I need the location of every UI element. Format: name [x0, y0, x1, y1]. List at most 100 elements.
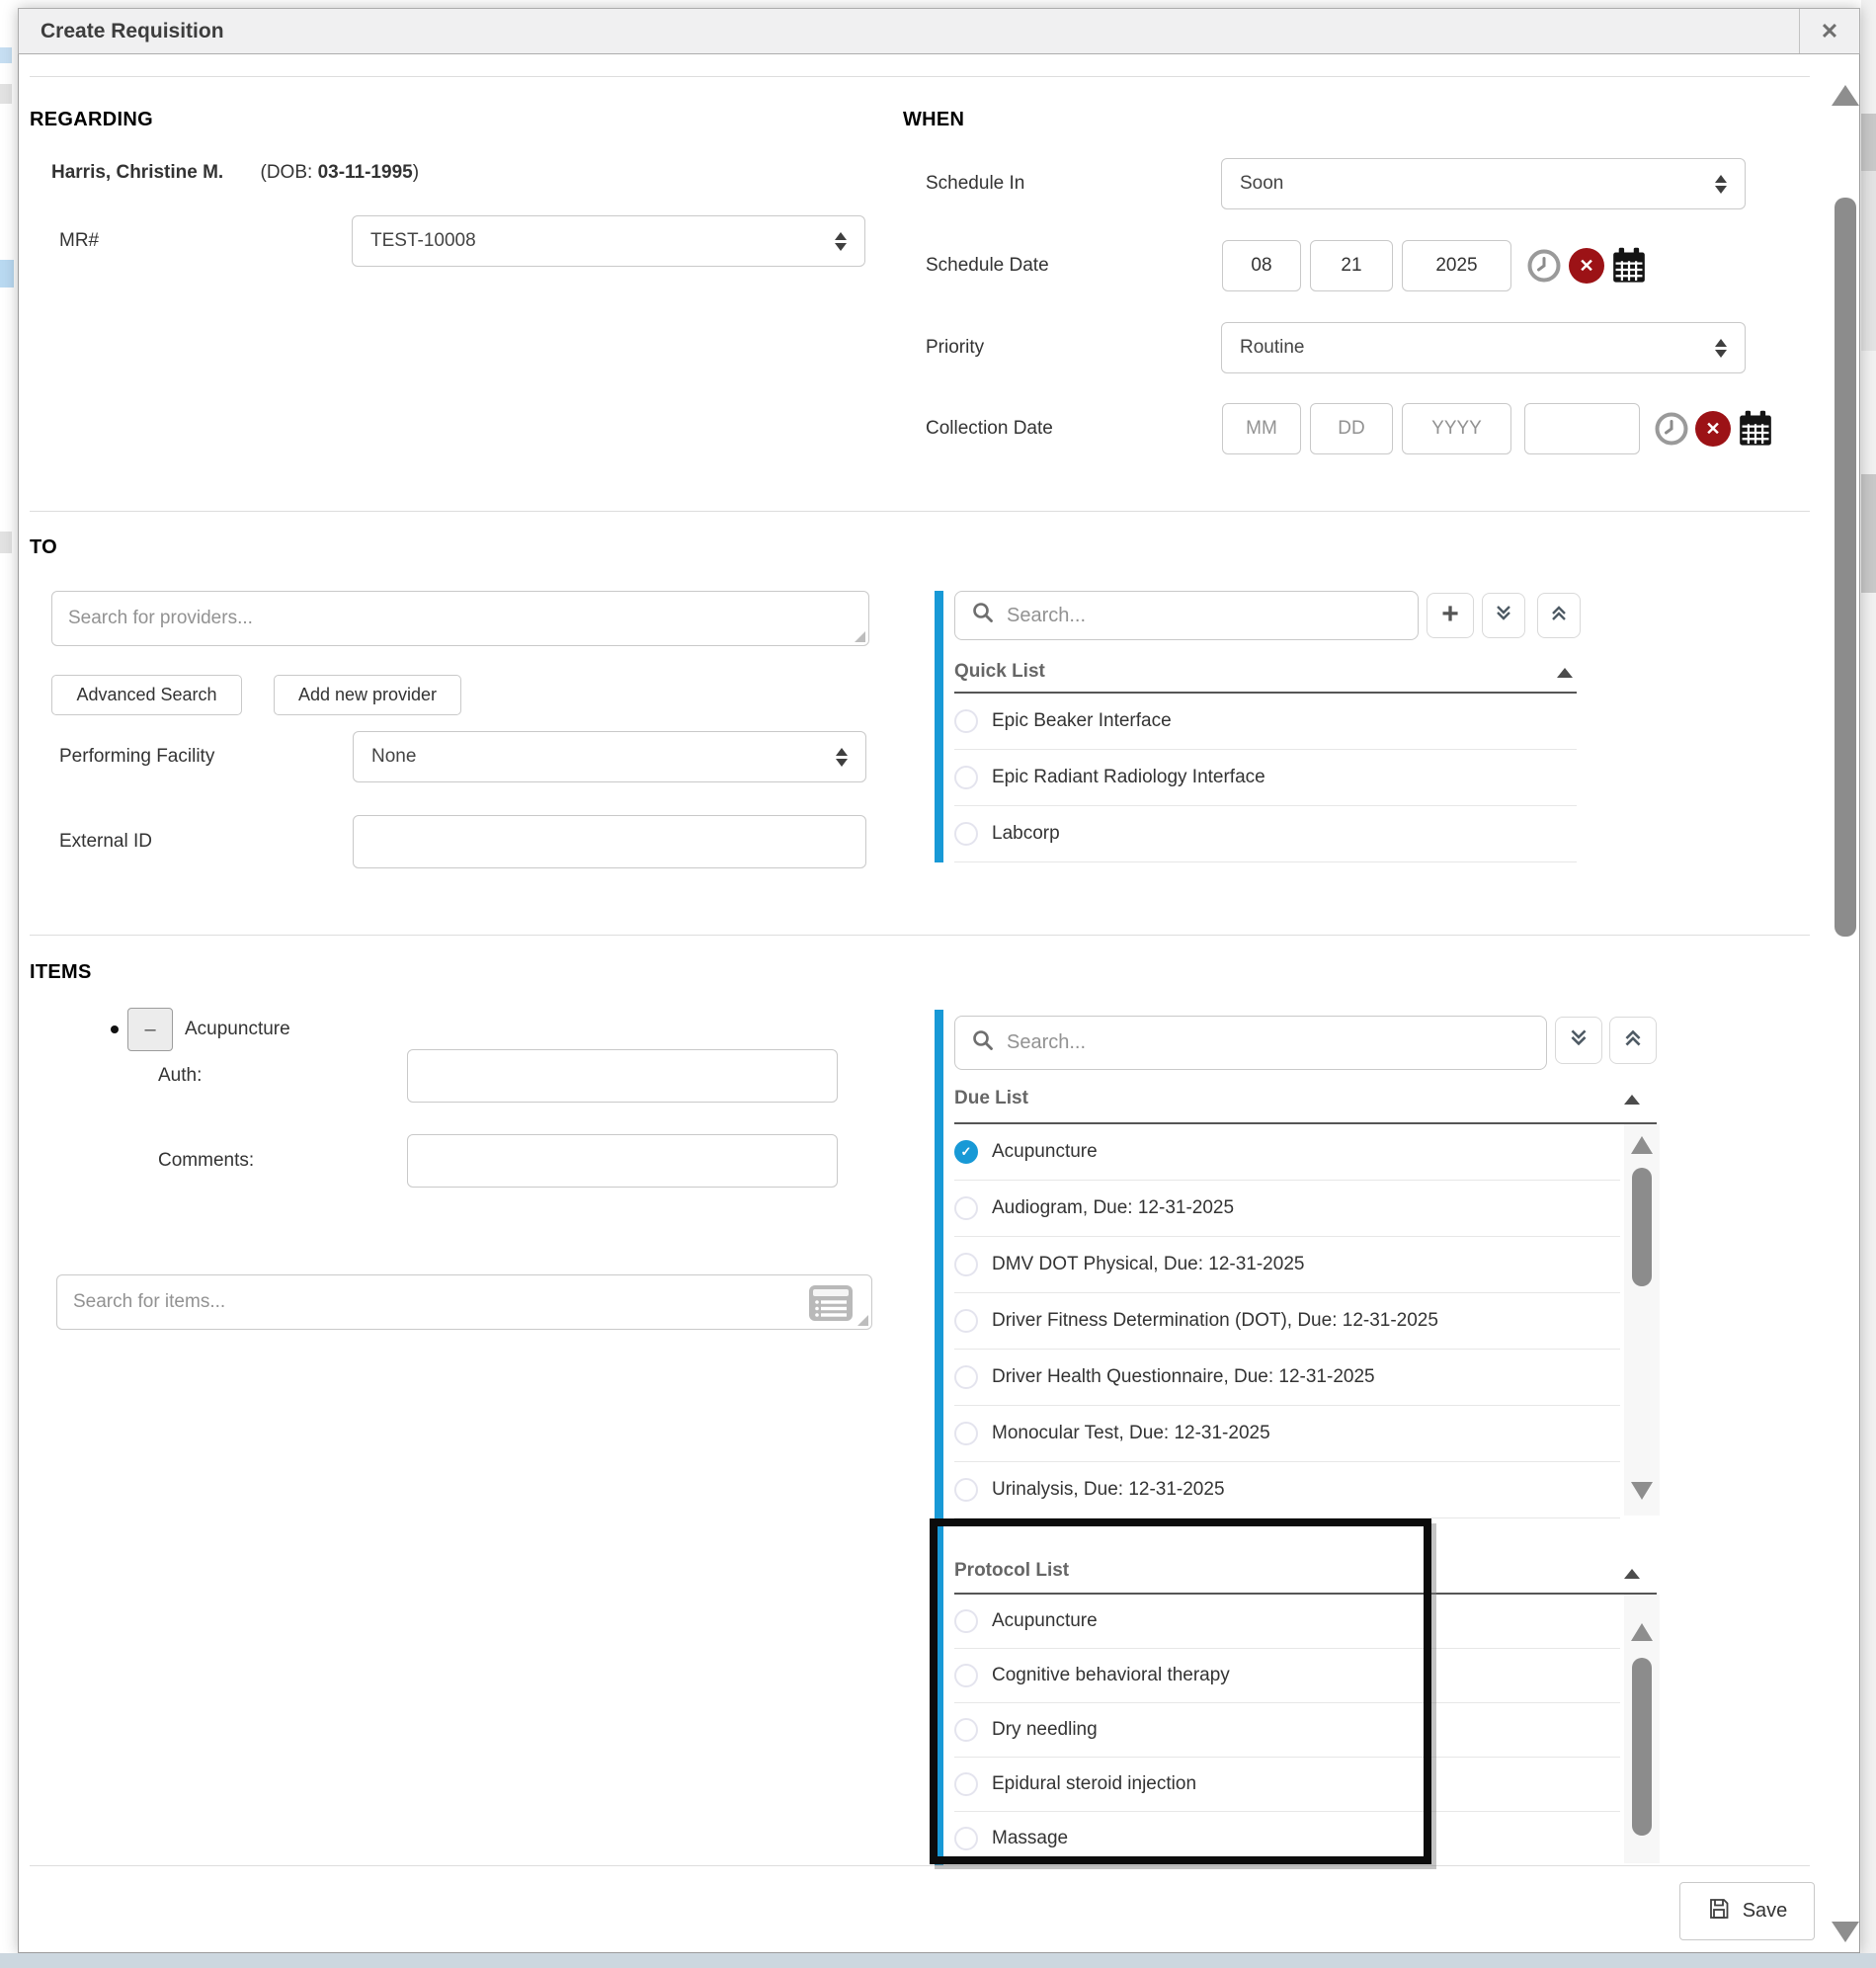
quick-list-search-input[interactable]: Search... — [954, 591, 1419, 640]
quick-list-collapse-all-button[interactable] — [1482, 593, 1525, 638]
collection-day-input[interactable]: DD — [1310, 403, 1393, 454]
schedule-date-year-input[interactable]: 2025 — [1402, 240, 1511, 291]
patient-line: Harris, Christine M. (DOB: 03-11-1995) — [51, 162, 419, 184]
due-list-search-input[interactable]: Search... — [954, 1016, 1547, 1070]
auth-input[interactable] — [407, 1049, 838, 1103]
schedule-date-label: Schedule Date — [926, 240, 1049, 291]
radio-circle-icon[interactable]: ✓ — [954, 1422, 978, 1445]
schedule-in-value: Soon — [1240, 173, 1283, 195]
select-arrows-icon — [835, 232, 847, 251]
comments-label: Comments: — [158, 1134, 254, 1188]
due-list-item[interactable]: ✓ Driver Fitness Determination (DOT), Du… — [954, 1293, 1620, 1350]
radio-circle-icon[interactable]: ✓ — [954, 1140, 978, 1164]
quick-list-item[interactable]: ✓ Epic Radiant Radiology Interface — [954, 750, 1577, 806]
due-list-item[interactable]: ✓ Urinalysis, Due: 12-31-2025 — [954, 1462, 1620, 1518]
dialog-scrollbar-thumb[interactable] — [1835, 198, 1856, 937]
add-provider-to-list-button[interactable]: + — [1427, 593, 1474, 638]
quick-list-expand-all-button[interactable] — [1537, 593, 1581, 638]
quick-list: ✓ Epic Beaker Interface ✓ Epic Radiant R… — [954, 694, 1577, 862]
when-heading: WHEN — [903, 109, 964, 131]
radio-circle-icon[interactable]: ✓ — [954, 1309, 978, 1333]
remove-item-button[interactable]: – — [127, 1008, 173, 1051]
collection-time-clock-icon[interactable] — [1654, 411, 1689, 447]
protocol-list-highlight-rectangle — [930, 1518, 1431, 1864]
search-icon — [971, 601, 995, 630]
collection-month-input[interactable]: MM — [1222, 403, 1301, 454]
comments-input[interactable] — [407, 1134, 838, 1188]
due-list-scroll-down-icon[interactable] — [1631, 1482, 1653, 1500]
radio-circle-icon[interactable]: ✓ — [954, 1253, 978, 1276]
due-list-item[interactable]: ✓ DMV DOT Physical, Due: 12-31-2025 — [954, 1237, 1620, 1293]
collection-time-input[interactable] — [1524, 403, 1640, 454]
due-list-scrollbar-thumb[interactable] — [1632, 1168, 1652, 1286]
background-fragment — [1861, 171, 1876, 351]
background-bottom-strip — [0, 1953, 1876, 1968]
add-new-provider-button[interactable]: Add new provider — [274, 675, 461, 715]
divider — [30, 935, 1810, 936]
advanced-search-button[interactable]: Advanced Search — [51, 675, 242, 715]
background-fragment — [0, 84, 12, 104]
due-list-item-label: DMV DOT Physical, Due: 12-31-2025 — [992, 1254, 1304, 1275]
patient-name: Harris, Christine M. — [51, 162, 223, 183]
collection-year-input[interactable]: YYYY — [1402, 403, 1511, 454]
radio-circle-icon[interactable]: ✓ — [954, 1365, 978, 1389]
performing-facility-select[interactable]: None — [353, 731, 866, 782]
dialog-scroll-up-icon[interactable] — [1832, 85, 1859, 106]
background-fragment — [1861, 474, 1876, 593]
protocol-list-scroll-up-icon[interactable] — [1631, 1623, 1653, 1641]
item-search-input[interactable]: Search for items... — [56, 1274, 872, 1330]
protocol-list-collapse-icon[interactable] — [1624, 1569, 1640, 1579]
mr-select[interactable]: TEST-10008 — [352, 215, 865, 267]
priority-select[interactable]: Routine — [1221, 322, 1746, 373]
due-list-item[interactable]: ✓ Driver Health Questionnaire, Due: 12-3… — [954, 1350, 1620, 1406]
schedule-date-day-input[interactable]: 21 — [1310, 240, 1393, 291]
item-list-icon[interactable] — [808, 1284, 854, 1328]
due-list-item-label: Audiogram, Due: 12-31-2025 — [992, 1197, 1234, 1219]
quick-list-search-placeholder: Search... — [1007, 605, 1086, 627]
quick-list-item-label: Epic Radiant Radiology Interface — [992, 767, 1265, 788]
schedule-in-select[interactable]: Soon — [1221, 158, 1746, 209]
radio-circle-icon[interactable]: ✓ — [954, 1196, 978, 1220]
close-button[interactable]: ✕ — [1799, 9, 1859, 53]
save-button[interactable]: Save — [1679, 1882, 1815, 1940]
external-id-input[interactable] — [353, 815, 866, 868]
radio-circle-icon[interactable]: ✓ — [954, 1478, 978, 1502]
dialog-scroll-down-icon[interactable] — [1832, 1922, 1859, 1942]
due-list-item[interactable]: ✓ Audiogram, Due: 12-31-2025 — [954, 1181, 1620, 1237]
divider — [30, 511, 1810, 512]
schedule-date-calendar-icon[interactable] — [1610, 246, 1648, 286]
radio-circle-icon[interactable]: ✓ — [954, 766, 978, 789]
due-list-item[interactable]: ✓ Acupuncture — [954, 1124, 1620, 1181]
radio-circle-icon[interactable]: ✓ — [954, 709, 978, 733]
item-lists-collapse-all-button[interactable] — [1555, 1017, 1602, 1064]
collection-date-calendar-icon[interactable] — [1737, 409, 1774, 449]
quick-list-item[interactable]: ✓ Labcorp — [954, 806, 1577, 862]
due-list: ✓ Acupuncture ✓ Audiogram, Due: 12-31-20… — [954, 1124, 1620, 1518]
performing-facility-label: Performing Facility — [59, 731, 214, 782]
due-list-scroll-up-icon[interactable] — [1631, 1136, 1653, 1154]
due-list-item-label: Acupuncture — [992, 1141, 1098, 1163]
background-fragment — [0, 260, 14, 287]
collection-date-clear-icon[interactable]: ✕ — [1695, 411, 1731, 447]
resize-handle[interactable] — [855, 631, 865, 642]
protocol-list-scrollbar-thumb[interactable] — [1632, 1658, 1652, 1836]
due-list-title: Due List — [954, 1081, 1028, 1116]
close-icon: ✕ — [1821, 19, 1838, 44]
provider-search-input[interactable]: Search for providers... — [51, 591, 869, 646]
due-list-item[interactable]: ✓ Monocular Test, Due: 12-31-2025 — [954, 1406, 1620, 1462]
radio-circle-icon[interactable]: ✓ — [954, 822, 978, 846]
due-list-collapse-icon[interactable] — [1624, 1095, 1640, 1105]
performing-facility-value: None — [371, 746, 416, 768]
quick-list-item[interactable]: ✓ Epic Beaker Interface — [954, 694, 1577, 750]
resize-handle[interactable] — [857, 1315, 868, 1326]
schedule-time-clock-icon[interactable] — [1526, 248, 1562, 284]
schedule-date-month-input[interactable]: 08 — [1222, 240, 1301, 291]
select-arrows-icon — [1715, 339, 1727, 358]
schedule-date-clear-icon[interactable]: ✕ — [1569, 248, 1604, 284]
item-lists-expand-all-button[interactable] — [1609, 1017, 1657, 1064]
quick-list-collapse-icon[interactable] — [1557, 668, 1573, 678]
quick-list-title: Quick List — [954, 654, 1045, 690]
double-chevron-up-icon — [1621, 1026, 1645, 1055]
plus-icon: + — [1441, 598, 1459, 631]
selected-item-name: Acupuncture — [185, 1008, 290, 1051]
